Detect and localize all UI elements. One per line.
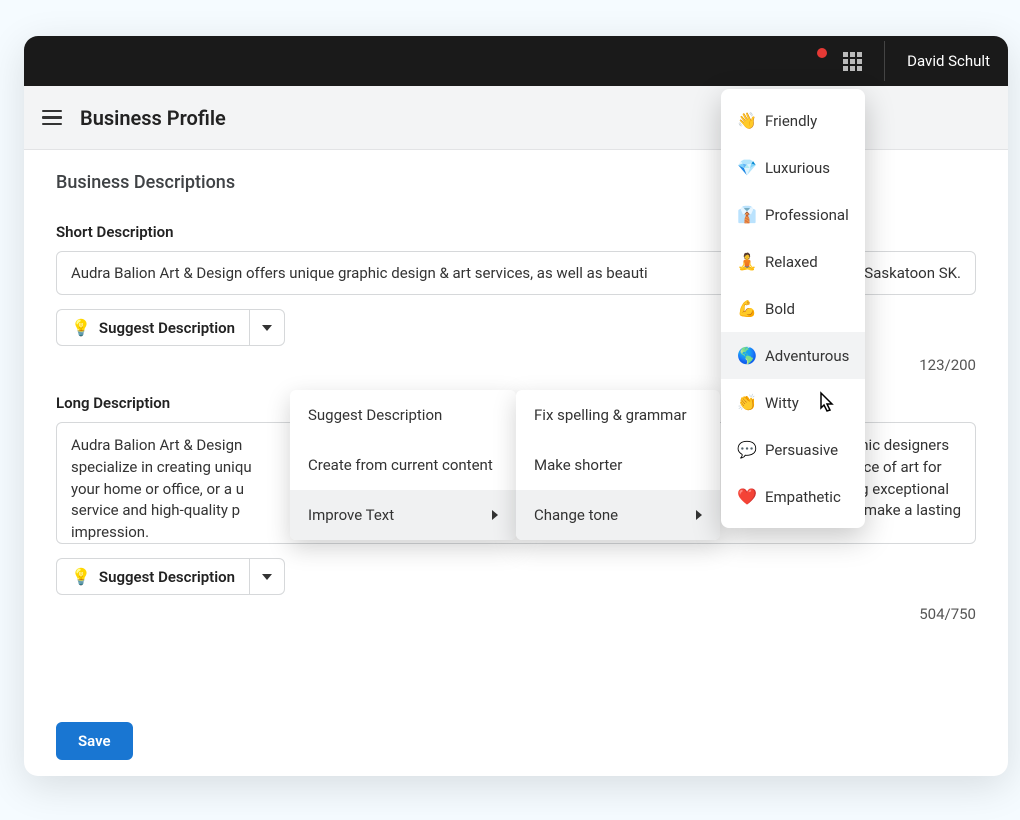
submenu-change-tone[interactable]: Change tone <box>516 490 720 540</box>
chevron-down-icon <box>262 325 272 331</box>
long-suggest-row: 💡 Suggest Description <box>56 558 976 595</box>
tone-option-friendly[interactable]: 👋 Friendly <box>721 97 865 144</box>
short-suggest-dropdown-button[interactable] <box>249 309 285 346</box>
menu-item-suggest-description[interactable]: Suggest Description <box>290 390 516 440</box>
tone-option-luxurious[interactable]: 💎 Luxurious <box>721 144 865 191</box>
tone-option-empathetic[interactable]: ❤️ Empathetic <box>721 473 865 520</box>
long-description-counter: 504/750 <box>56 605 976 623</box>
hamburger-icon[interactable] <box>42 110 62 126</box>
tone-option-bold[interactable]: 💪 Bold <box>721 285 865 332</box>
improve-text-submenu: Fix spelling & grammar Make shorter Chan… <box>516 390 720 540</box>
notification-icon[interactable] <box>807 54 821 68</box>
submenu-make-shorter[interactable]: Make shorter <box>516 440 720 490</box>
app-window: David Schult Business Profile Business D… <box>24 36 1008 776</box>
tone-option-witty[interactable]: 👏 Witty <box>721 379 865 426</box>
heart-icon: ❤️ <box>737 487 755 506</box>
long-desc-right-fragments: phic designers iece of art for ng except… <box>852 435 961 522</box>
top-bar: David Schult <box>24 36 1008 86</box>
short-desc-text-right: Saskatoon SK. <box>864 264 961 282</box>
tone-option-professional[interactable]: 👔 Professional <box>721 191 865 238</box>
suit-icon: 👔 <box>737 205 755 224</box>
tone-submenu: 👋 Friendly 💎 Luxurious 👔 Professional 🧘 … <box>721 89 865 528</box>
short-desc-text-left: Audra Balion Art & Design offers unique … <box>71 264 648 282</box>
wave-icon: 👋 <box>737 111 755 130</box>
tone-option-persuasive[interactable]: 💬 Persuasive <box>721 426 865 473</box>
relax-icon: 🧘 <box>737 252 755 271</box>
chevron-right-icon <box>492 510 498 520</box>
chevron-down-icon <box>262 574 272 580</box>
globe-icon: 🌎 <box>737 346 755 365</box>
page-title: Business Profile <box>80 106 226 130</box>
flex-icon: 💪 <box>737 299 755 318</box>
short-suggest-label: Suggest Description <box>99 319 235 337</box>
gem-icon: 💎 <box>737 158 755 177</box>
long-suggest-label: Suggest Description <box>99 568 235 586</box>
long-suggest-button[interactable]: 💡 Suggest Description <box>56 558 249 595</box>
apps-grid-icon[interactable] <box>843 52 862 71</box>
menu-item-improve-text[interactable]: Improve Text <box>290 490 516 540</box>
clap-icon: 👏 <box>737 393 755 412</box>
user-name[interactable]: David Schult <box>907 52 990 70</box>
suggest-dropdown-menu: Suggest Description Create from current … <box>290 390 516 540</box>
lightbulb-icon: 💡 <box>71 318 91 337</box>
divider <box>884 41 885 81</box>
short-suggest-button[interactable]: 💡 Suggest Description <box>56 309 249 346</box>
menu-item-create-from-current[interactable]: Create from current content <box>290 440 516 490</box>
lightbulb-icon: 💡 <box>71 567 91 586</box>
long-suggest-dropdown-button[interactable] <box>249 558 285 595</box>
tone-option-relaxed[interactable]: 🧘 Relaxed <box>721 238 865 285</box>
save-button[interactable]: Save <box>56 722 133 760</box>
chevron-right-icon <box>696 510 702 520</box>
submenu-fix-spelling[interactable]: Fix spelling & grammar <box>516 390 720 440</box>
tone-option-adventurous[interactable]: 🌎 Adventurous <box>721 332 865 379</box>
speech-icon: 💬 <box>737 440 755 459</box>
